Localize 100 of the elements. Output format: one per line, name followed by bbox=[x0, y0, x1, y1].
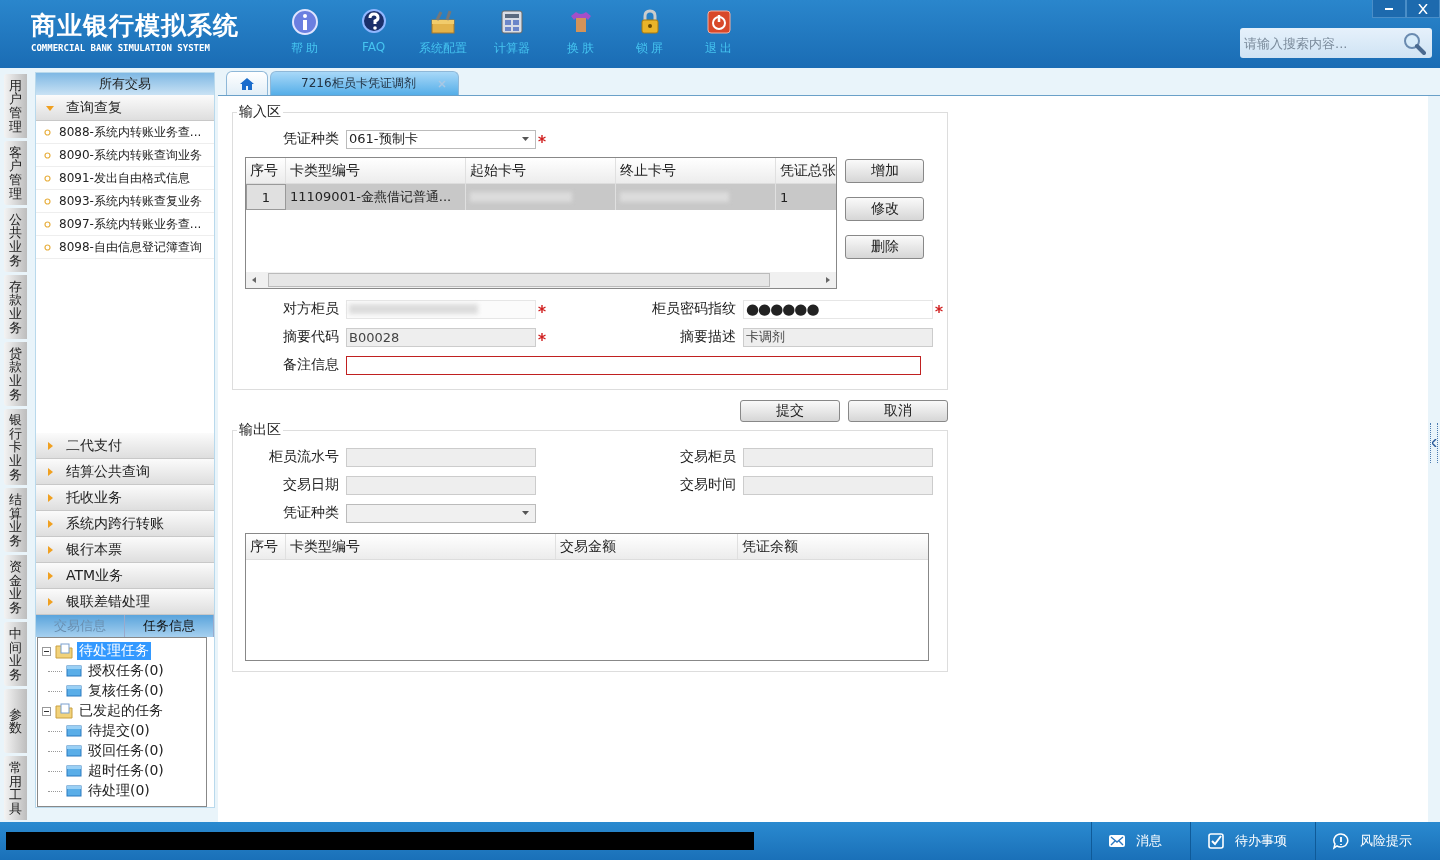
menu-item[interactable]: 8090-系统内转账查询业务 bbox=[36, 144, 214, 167]
column-header[interactable]: 凭证总张 bbox=[776, 158, 836, 183]
input-field[interactable] bbox=[346, 355, 921, 375]
grid-action-button[interactable]: 删除 bbox=[845, 235, 924, 259]
column-header[interactable]: 终止卡号 bbox=[616, 158, 776, 183]
scroll-left-icon[interactable] bbox=[252, 277, 256, 283]
app-subtitle: COMMERCIAL BANK SIMULATION SYSTEM bbox=[31, 43, 211, 53]
help-icon bbox=[359, 8, 388, 36]
side-tab[interactable]: 客户管理 bbox=[4, 141, 27, 205]
side-tab[interactable]: 用户管理 bbox=[4, 74, 27, 138]
input-field[interactable]: 卡调剂 bbox=[743, 327, 933, 347]
folder-icon bbox=[66, 785, 82, 797]
side-tab[interactable]: 资金业务 bbox=[4, 555, 27, 620]
checkbox-icon bbox=[1207, 832, 1225, 850]
app-title: 商业银行模拟系统 bbox=[31, 12, 240, 40]
caret-right-icon bbox=[46, 519, 54, 528]
tree-item[interactable]: 复核任务(0) bbox=[86, 682, 166, 700]
column-header[interactable]: 卡类型编号 bbox=[286, 534, 556, 559]
column-header[interactable]: 卡类型编号 bbox=[286, 158, 466, 183]
side-tab[interactable]: 常用工具 bbox=[4, 756, 27, 821]
menu-item[interactable]: 8097-系统内转账业务查... bbox=[36, 213, 214, 236]
status-button[interactable]: 消息 bbox=[1091, 822, 1190, 860]
folder-icon bbox=[55, 703, 73, 719]
tree-item[interactable]: 已发起的任务 bbox=[77, 702, 165, 720]
side-tab[interactable]: 存款业务 bbox=[4, 275, 27, 339]
side-tab[interactable]: 贷款业务 bbox=[4, 342, 27, 406]
field-label: 交易时间 bbox=[679, 476, 737, 494]
grid-action-button[interactable]: 增加 bbox=[845, 159, 924, 183]
home-tab[interactable] bbox=[226, 71, 268, 95]
bullet-icon bbox=[44, 243, 51, 251]
field-label: 凭证种类 bbox=[282, 130, 340, 148]
tree-item[interactable]: 驳回任务(0) bbox=[86, 742, 166, 760]
minimize-icon bbox=[1385, 7, 1393, 10]
menu-item[interactable]: 8093-系统内转账查复业务 bbox=[36, 190, 214, 213]
field-label: 柜员流水号 bbox=[268, 448, 340, 466]
table-cell: 11109001-金燕借记普通... bbox=[286, 184, 466, 210]
close-icon bbox=[437, 79, 446, 88]
voucher-type-dropdown[interactable]: 061-预制卡 bbox=[346, 129, 536, 149]
mail-icon bbox=[1108, 832, 1126, 850]
grid-action-button[interactable]: 修改 bbox=[845, 197, 924, 221]
document-tab[interactable]: 7216柜员卡凭证调剂 bbox=[270, 71, 459, 95]
folder-icon bbox=[66, 665, 82, 677]
password-field[interactable]: ●●●●●● bbox=[743, 299, 933, 319]
caret-right-icon bbox=[46, 441, 54, 450]
minimize-button[interactable] bbox=[1372, 0, 1406, 18]
folder-icon bbox=[66, 685, 82, 697]
accordion-header[interactable]: 结算公共查询 bbox=[36, 459, 214, 485]
side-tab[interactable]: 中间业务 bbox=[4, 622, 27, 687]
folder-icon bbox=[66, 765, 82, 777]
side-tab[interactable]: 银行卡业务 bbox=[4, 409, 27, 486]
tree-item[interactable]: 待处理(0) bbox=[86, 782, 152, 800]
status-button[interactable]: 待办事项 bbox=[1190, 822, 1315, 860]
accordion-header[interactable]: 银联差错处理 bbox=[36, 589, 214, 615]
caret-right-icon bbox=[46, 545, 54, 554]
toolbox-icon bbox=[428, 8, 457, 36]
field-label: 摘要描述 bbox=[679, 328, 737, 346]
scroll-right-icon[interactable] bbox=[826, 277, 830, 283]
column-header[interactable]: 序号 bbox=[246, 158, 286, 183]
form-button[interactable]: 取消 bbox=[848, 400, 948, 422]
menu-item[interactable]: 8098-自由信息登记簿查询 bbox=[36, 236, 214, 259]
folder-icon bbox=[66, 725, 82, 737]
folder-icon bbox=[66, 745, 82, 757]
accordion-header[interactable]: 查询查复 bbox=[36, 95, 214, 121]
tree-item[interactable]: 待提交(0) bbox=[86, 722, 152, 740]
accordion-header[interactable]: 二代支付 bbox=[36, 433, 214, 459]
side-tab[interactable]: 参数 bbox=[4, 689, 27, 754]
form-button[interactable]: 提交 bbox=[740, 400, 840, 422]
close-button[interactable] bbox=[1406, 0, 1440, 18]
field-label: 柜员密码指纹 bbox=[651, 300, 737, 318]
tree-item[interactable]: 超时任务(0) bbox=[86, 762, 166, 780]
menu-item[interactable]: 8091-发出自由格式信息 bbox=[36, 167, 214, 190]
field-label: 对方柜员 bbox=[282, 300, 340, 318]
accordion-header[interactable]: 系统内跨行转账 bbox=[36, 511, 214, 537]
horizontal-scrollbar[interactable] bbox=[246, 272, 836, 288]
side-tab[interactable]: 结算业务 bbox=[4, 488, 27, 553]
panel-tab[interactable]: 任务信息 bbox=[125, 615, 214, 637]
tree-item[interactable]: 授权任务(0) bbox=[86, 662, 166, 680]
info-icon bbox=[290, 8, 319, 36]
accordion-header[interactable]: 银行本票 bbox=[36, 537, 214, 563]
accordion-header[interactable]: 托收业务 bbox=[36, 485, 214, 511]
caret-right-icon bbox=[46, 571, 54, 580]
search-field[interactable]: 请输入搜索内容... bbox=[1240, 28, 1432, 58]
status-button[interactable]: 风险提示 bbox=[1315, 822, 1440, 860]
collapse-handle[interactable] bbox=[1430, 423, 1438, 463]
caret-icon bbox=[522, 137, 529, 141]
column-header[interactable]: 序号 bbox=[246, 534, 286, 559]
column-header[interactable]: 起始卡号 bbox=[466, 158, 616, 183]
bullet-icon bbox=[44, 197, 51, 205]
side-tab[interactable]: 公共业务 bbox=[4, 208, 27, 272]
panel-header: 所有交易 bbox=[36, 73, 214, 95]
power-icon bbox=[704, 8, 733, 36]
bullet-icon bbox=[44, 174, 51, 182]
field-label: 凭证种类 bbox=[282, 504, 340, 522]
caret-right-icon bbox=[46, 467, 54, 476]
column-header[interactable]: 凭证余额 bbox=[738, 534, 920, 559]
column-header[interactable]: 交易金额 bbox=[556, 534, 738, 559]
input-field[interactable]: B00028 bbox=[346, 327, 536, 347]
accordion-header[interactable]: ATM业务 bbox=[36, 563, 214, 589]
grid-row[interactable]: 1 11109001-金燕借记普通... 1 bbox=[246, 184, 836, 210]
menu-item[interactable]: 8088-系统内转账业务查... bbox=[36, 121, 214, 144]
